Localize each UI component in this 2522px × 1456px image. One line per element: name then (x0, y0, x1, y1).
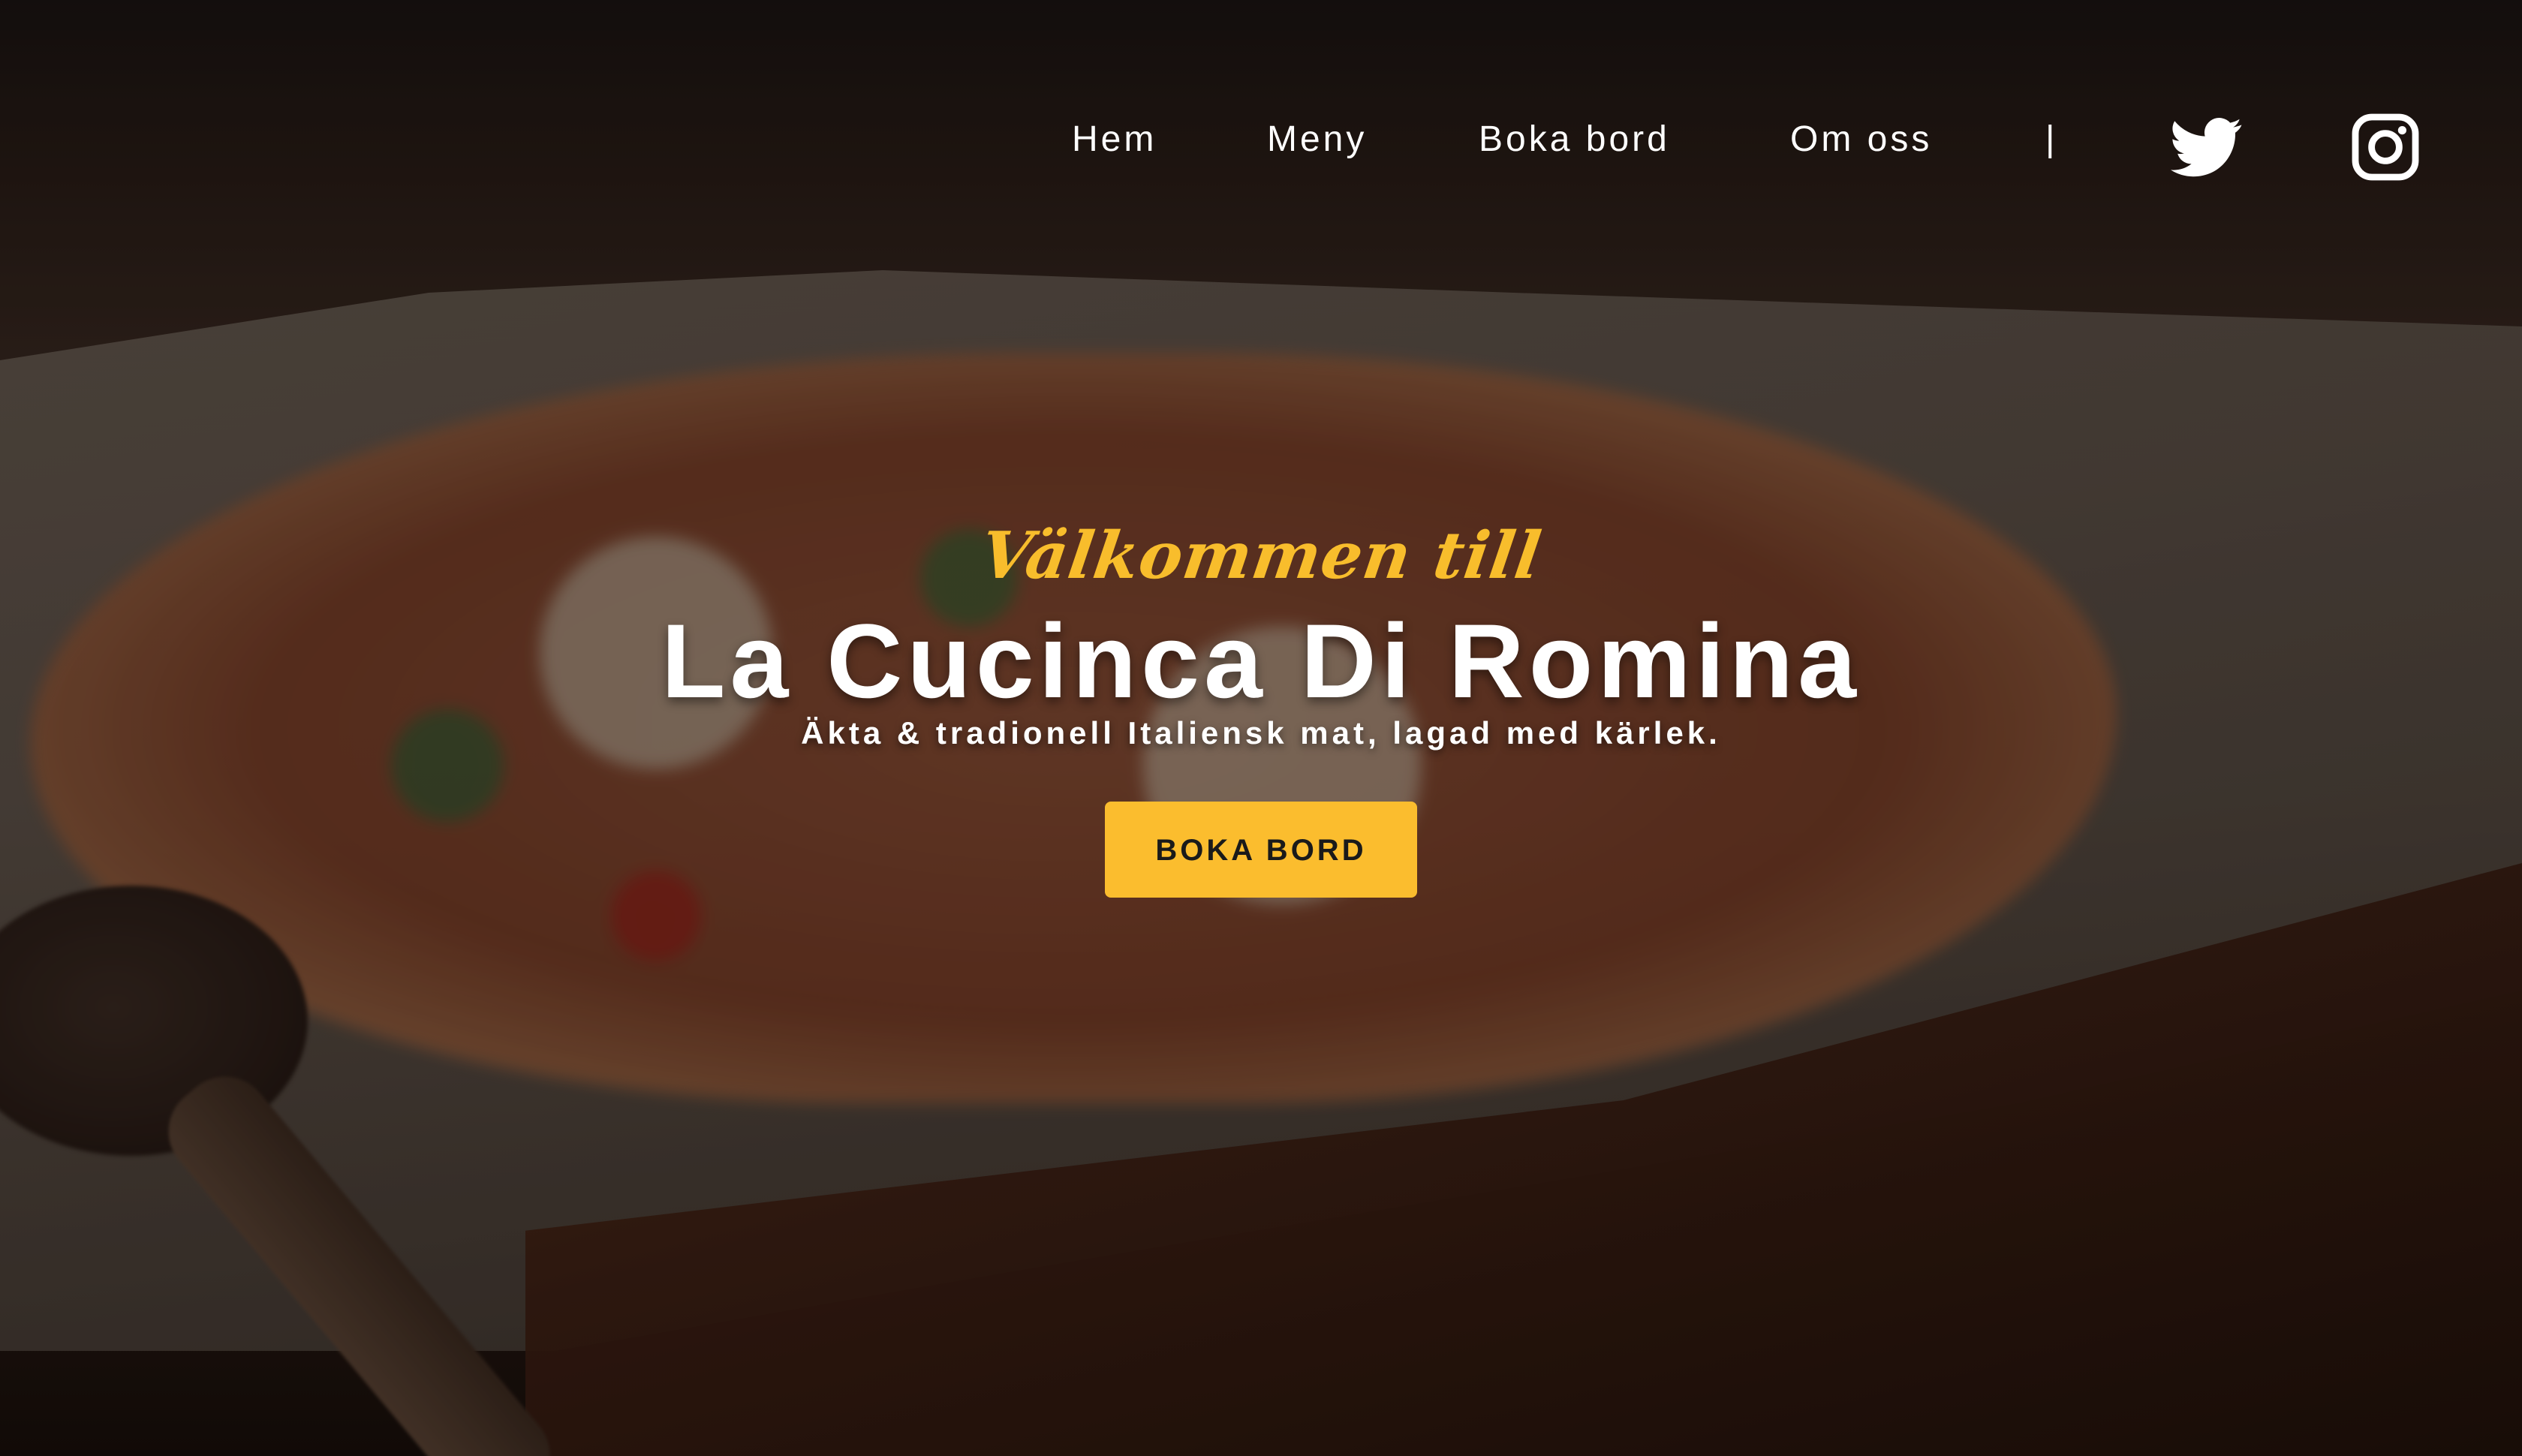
welcome-heading: Välkommen till (976, 518, 1546, 594)
nav-link-hem[interactable]: Hem (1072, 119, 1157, 160)
page-title: La Cucinca Di Romina (661, 602, 1861, 720)
main-nav: Hem Meny Boka bord Om oss | (0, 111, 2522, 181)
boka-bord-button[interactable]: BOKA BORD (1105, 802, 1417, 898)
nav-separator: | (2045, 119, 2055, 159)
nav-link-meny[interactable]: Meny (1267, 119, 1367, 160)
nav-link-om-oss[interactable]: Om oss (1790, 119, 1932, 160)
nav-link-boka-bord[interactable]: Boka bord (1479, 119, 1670, 160)
hero-subtitle: Äkta & tradionell Italiensk mat, lagad m… (801, 715, 1721, 751)
hero-section: Hem Meny Boka bord Om oss | Välkommen ti… (0, 0, 2522, 1456)
twitter-icon[interactable] (2171, 111, 2243, 183)
instagram-icon[interactable] (2349, 111, 2421, 183)
